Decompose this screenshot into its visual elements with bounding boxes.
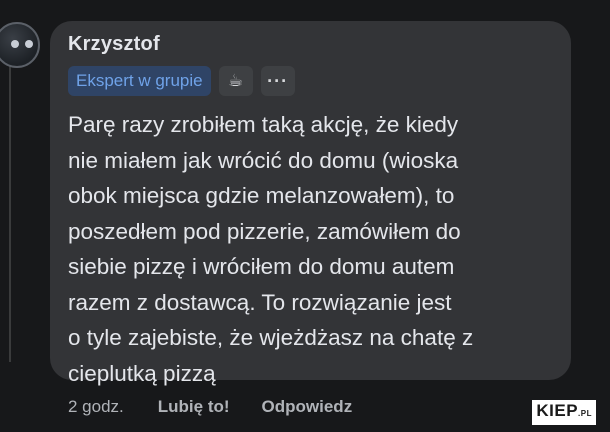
comment-bubble: Krzysztof Ekspert w grupie ☕ ··· Parę ra… — [50, 21, 571, 386]
comment-actions: 2 godz. Lubię to! Odpowiedz — [68, 397, 352, 417]
avatar-eyes — [11, 40, 33, 48]
expert-badge[interactable]: Ekspert w grupie — [68, 66, 211, 96]
comment-text: Parę razy zrobiłem taką akcję, że kiedy … — [68, 112, 474, 386]
more-options-button[interactable]: ··· — [260, 66, 295, 96]
avatar-eye-right — [25, 40, 33, 48]
badge-row: Ekspert w grupie ☕ ··· — [68, 66, 295, 96]
comment-timestamp[interactable]: 2 godz. — [68, 397, 124, 417]
thread-line — [9, 62, 11, 362]
avatar[interactable] — [0, 22, 40, 68]
watermark-main: KIEP — [536, 401, 579, 420]
comment-author[interactable]: Krzysztof — [68, 33, 160, 56]
reply-button[interactable]: Odpowiedz — [262, 397, 353, 417]
coffee-cup-icon[interactable]: ☕ — [218, 66, 253, 96]
site-watermark-logo: KIEP.PL — [532, 400, 596, 425]
watermark-suffix: .PL — [578, 409, 592, 418]
avatar-eye-left — [11, 40, 19, 48]
like-button[interactable]: Lubię to! — [158, 397, 230, 417]
